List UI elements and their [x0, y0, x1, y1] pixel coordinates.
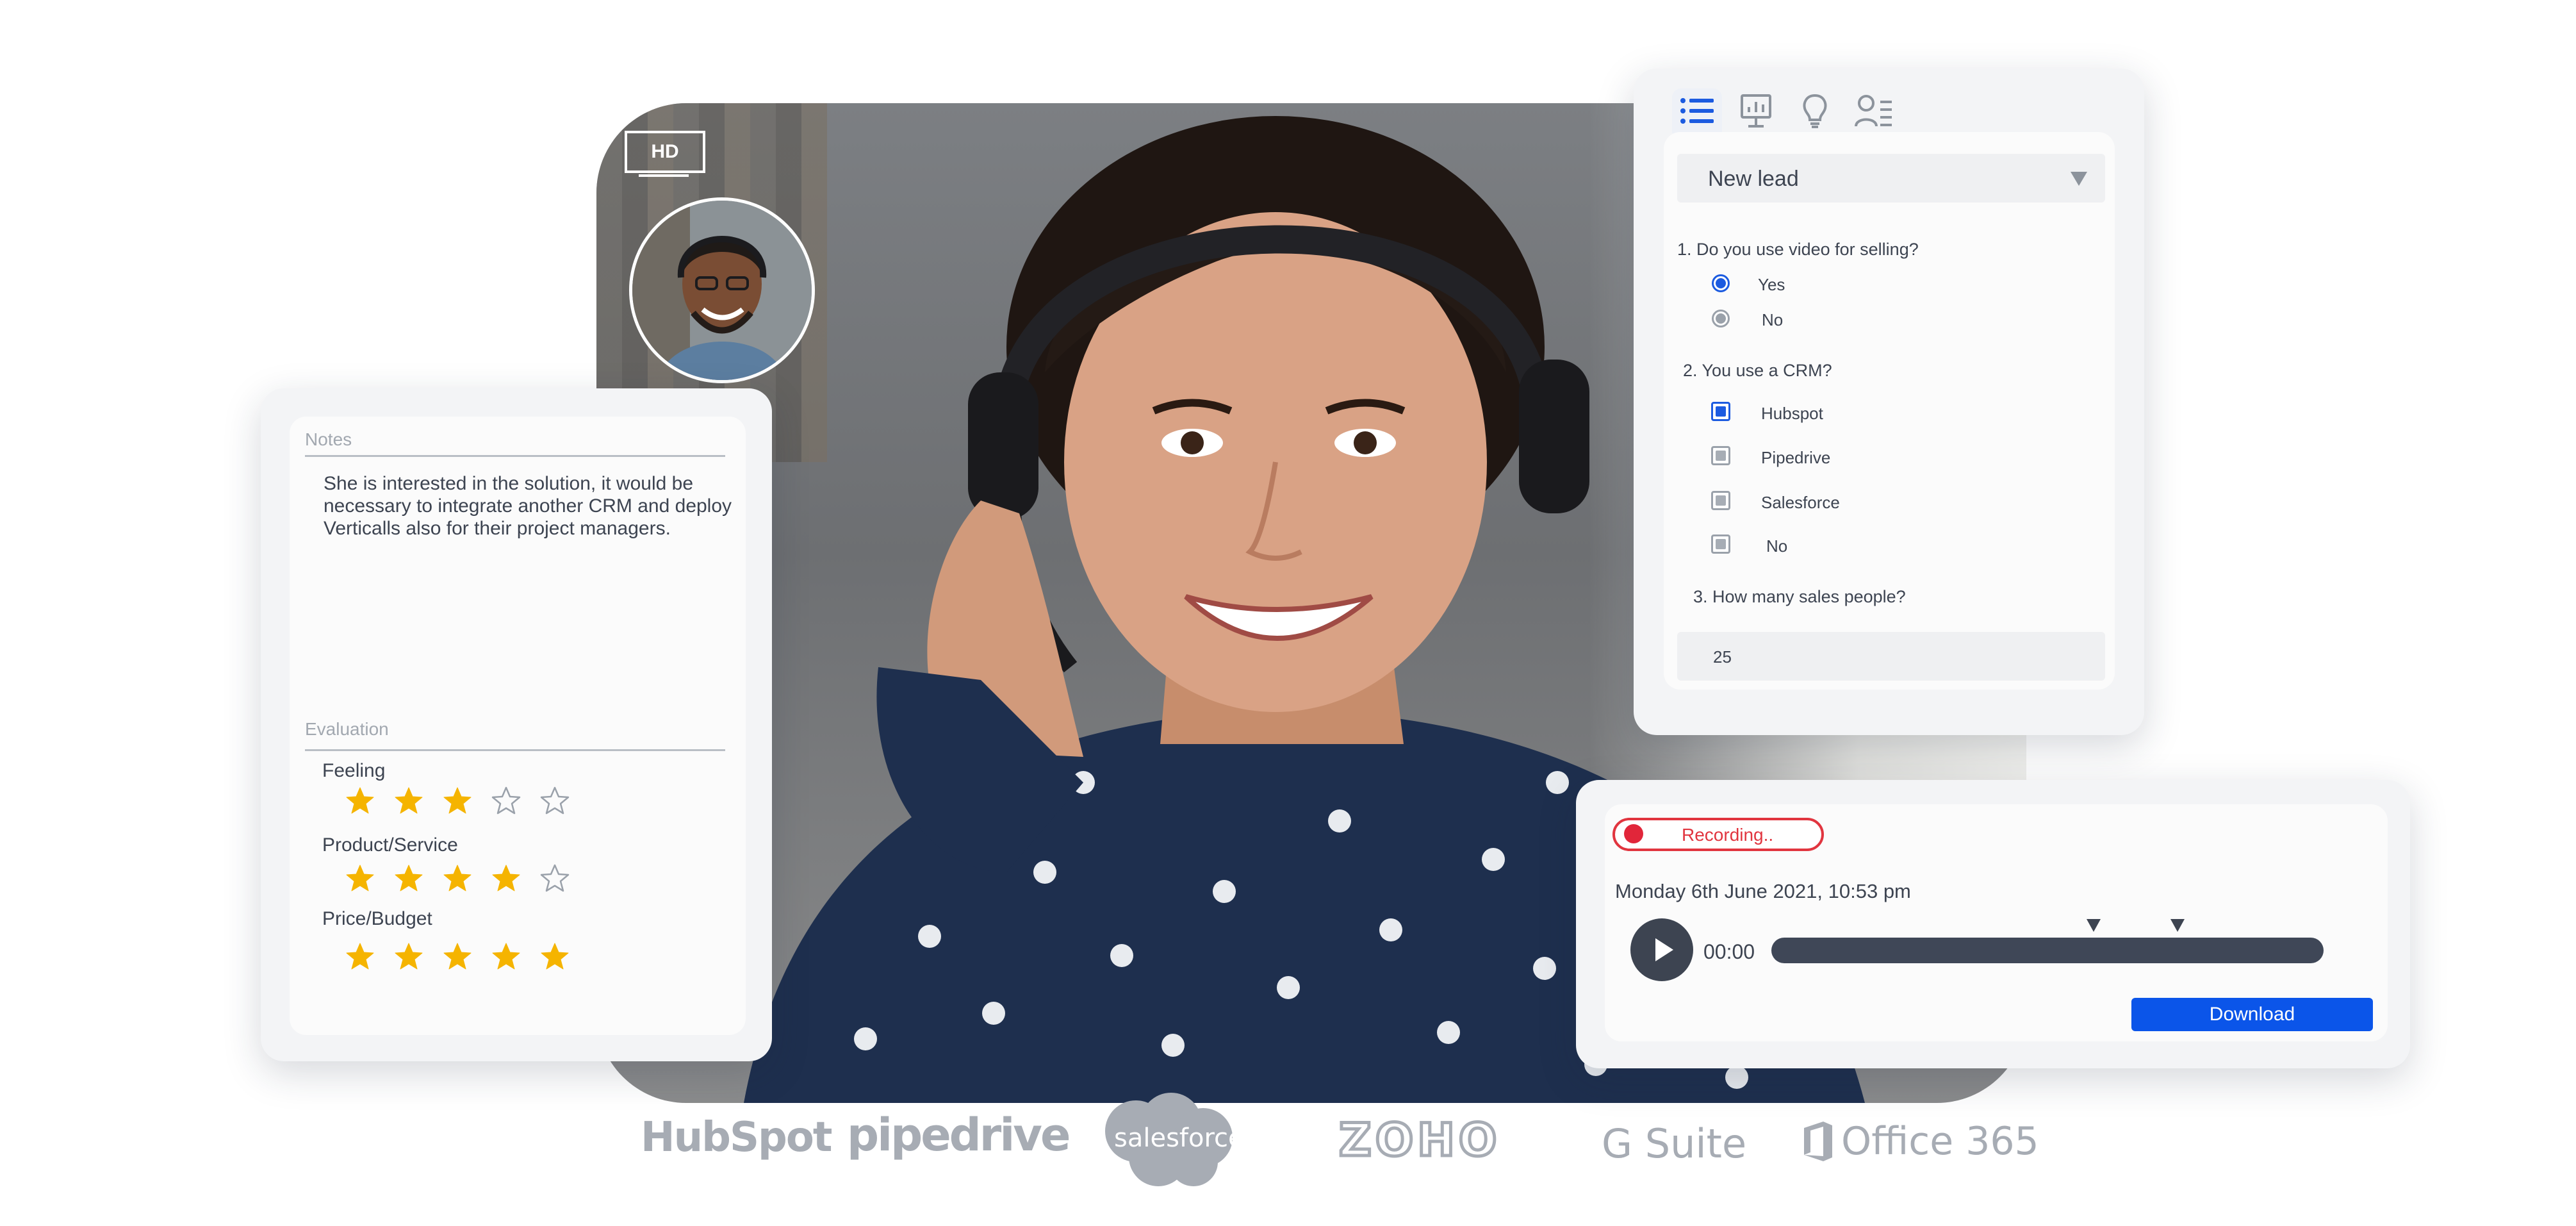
star-empty-icon[interactable]	[539, 786, 570, 816]
star-filled-icon[interactable]	[491, 941, 521, 972]
checkbox-hubspot-label: Hubspot	[1761, 404, 1823, 423]
checkbox-hubspot[interactable]	[1711, 402, 1730, 421]
star-filled-icon[interactable]	[345, 941, 375, 972]
star-filled-icon[interactable]	[345, 786, 375, 816]
chevron-down-icon	[2071, 172, 2087, 186]
sales-people-value: 25	[1713, 647, 1732, 667]
star-filled-icon[interactable]	[393, 863, 424, 894]
radio-yes[interactable]	[1712, 274, 1730, 292]
tab-presentation[interactable]	[1731, 88, 1781, 133]
gsuite-logo: G Suite	[1602, 1120, 1747, 1167]
radio-no-label: No	[1762, 310, 1784, 329]
checkbox-salesforce-label: Salesforce	[1761, 493, 1840, 512]
star-filled-icon[interactable]	[442, 863, 473, 894]
participant-avatar	[629, 197, 815, 383]
participant-avatar-image	[632, 201, 812, 380]
tab-contacts[interactable]	[1849, 88, 1899, 133]
checkbox-no-label: No	[1766, 536, 1788, 556]
notes-textarea[interactable]: She is interested in the solution, it wo…	[324, 472, 734, 540]
question-2: 2. You use a CRM?	[1683, 361, 1832, 380]
star-filled-icon[interactable]	[442, 786, 473, 816]
product-service-rating[interactable]	[345, 863, 570, 894]
question-3: 3. How many sales people?	[1693, 587, 1906, 606]
star-filled-icon[interactable]	[442, 941, 473, 972]
recording-date: Monday 6th June 2021, 10:53 pm	[1615, 880, 1911, 902]
play-button[interactable]	[1630, 918, 1693, 981]
office-door-icon	[1804, 1122, 1832, 1161]
presentation-icon	[1741, 94, 1771, 128]
price-budget-label: Price/Budget	[322, 908, 432, 929]
checkbox-no[interactable]	[1711, 534, 1730, 554]
question-1: 1. Do you use video for selling?	[1677, 240, 1919, 259]
star-empty-icon[interactable]	[491, 786, 521, 816]
record-dot-icon	[1624, 824, 1643, 843]
user-list-icon	[1855, 95, 1892, 127]
play-icon	[1655, 938, 1673, 961]
radio-yes-label: Yes	[1758, 275, 1785, 294]
star-filled-icon[interactable]	[393, 786, 424, 816]
evaluation-divider	[305, 749, 725, 751]
feeling-rating[interactable]	[345, 786, 570, 816]
notes-label: Notes	[305, 429, 352, 449]
feeling-label: Feeling	[322, 760, 386, 781]
star-filled-icon[interactable]	[491, 863, 521, 894]
hd-badge: HD	[625, 131, 705, 173]
list-icon	[1680, 98, 1714, 124]
notes-divider	[305, 455, 725, 457]
office365-logo: Office 365	[1841, 1119, 2039, 1164]
zoho-logo: ZOHO	[1337, 1113, 1501, 1168]
star-empty-icon[interactable]	[539, 863, 570, 894]
checkbox-pipedrive-label: Pipedrive	[1761, 448, 1831, 467]
hubspot-logo: HubSpot	[641, 1114, 832, 1161]
salesforce-logo: salesforce	[1097, 1093, 1244, 1188]
playback-progress-bar[interactable]	[1771, 938, 2324, 963]
timeline-marker[interactable]	[2170, 919, 2185, 932]
checkbox-salesforce[interactable]	[1711, 491, 1730, 510]
hd-badge-underline	[639, 174, 689, 177]
pipedrive-logo: pipedrive	[847, 1109, 1071, 1161]
radio-no[interactable]	[1712, 310, 1730, 327]
star-filled-icon[interactable]	[345, 863, 375, 894]
checkbox-pipedrive[interactable]	[1711, 446, 1730, 465]
sales-people-input[interactable]: 25	[1677, 632, 2105, 681]
timeline-marker[interactable]	[2087, 919, 2101, 932]
office365-icon	[1801, 1120, 1835, 1163]
star-filled-icon[interactable]	[539, 941, 570, 972]
evaluation-label: Evaluation	[305, 719, 389, 739]
star-filled-icon[interactable]	[393, 941, 424, 972]
product-service-label: Product/Service	[322, 834, 458, 856]
tab-form[interactable]	[1672, 88, 1722, 133]
tab-tips[interactable]	[1790, 88, 1840, 133]
lead-status-value: New lead	[1708, 167, 1799, 191]
salesforce-logo-text: salesforce	[1114, 1123, 1244, 1153]
download-button[interactable]: Download	[2131, 998, 2373, 1031]
lead-status-select[interactable]: New lead	[1677, 154, 2105, 203]
playback-time: 00:00	[1703, 940, 1755, 963]
recording-status-label: Recording..	[1682, 825, 1774, 845]
price-budget-rating[interactable]	[345, 941, 570, 972]
form-tabs	[1672, 88, 1899, 133]
lightbulb-icon	[1803, 94, 1827, 128]
